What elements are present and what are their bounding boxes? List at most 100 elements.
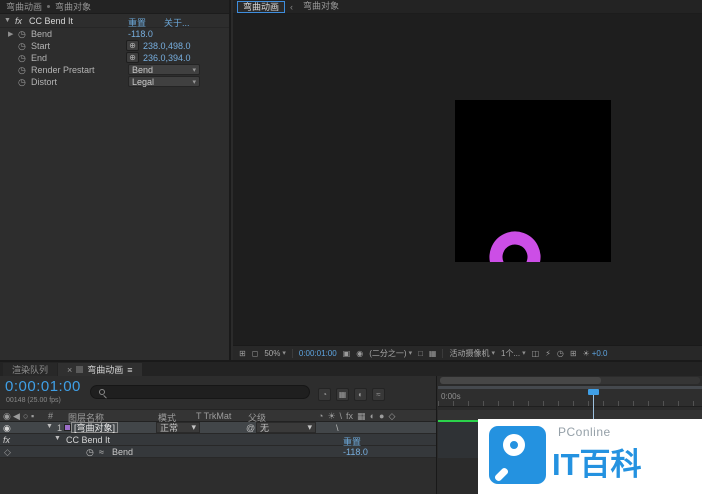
end-point-value[interactable]: 236.0,394.0: [143, 53, 191, 63]
fx-icon: fx: [346, 411, 353, 422]
point-picker-button[interactable]: ⊕: [126, 52, 139, 63]
fx-badge-icon[interactable]: fx: [15, 16, 22, 26]
property-label: Bend: [31, 29, 52, 39]
eye-toggle-icon[interactable]: ◉: [3, 423, 11, 434]
quality-icon: \: [340, 411, 343, 422]
panel-menu-icon[interactable]: ≡: [127, 365, 132, 375]
column-number: #: [48, 411, 53, 421]
flowchart-icon[interactable]: ⊞: [570, 349, 577, 358]
stopwatch-icon[interactable]: ◷: [18, 53, 26, 64]
tab-timeline-comp[interactable]: × 弯曲动画 ≡: [58, 363, 142, 376]
chevron-down-icon: ▾: [409, 349, 413, 357]
effect-name[interactable]: CC Bend It: [29, 16, 73, 26]
twirl-down-icon[interactable]: ▼: [54, 435, 61, 442]
tab-overflow-chevron-icon[interactable]: ‹: [290, 2, 293, 12]
layer-name[interactable]: [弯曲对象]: [71, 422, 118, 433]
layer-search-input[interactable]: [90, 385, 310, 399]
render-queue-label: 渲染队列: [12, 363, 48, 376]
twirl-down-icon[interactable]: ▼: [46, 423, 53, 430]
property-label: Distort: [31, 77, 57, 87]
composition-panel: 弯曲动画 ‹ 弯曲对象 ⊞ ◻ 50% ▾ 0:00:01:00 ▣ ◉ (二分…: [233, 0, 702, 360]
audio-icon: ◀: [13, 411, 20, 422]
ruler-label: 0:00s: [441, 392, 461, 401]
stopwatch-icon[interactable]: ◷: [18, 77, 26, 88]
layer-row[interactable]: ◉ ▼ 1 [弯曲对象] 正常 ▾ @ 无 ▾ \: [0, 422, 436, 434]
collapse-icon: ☀: [327, 411, 335, 422]
panel-tab-comp-name[interactable]: 弯曲动画: [6, 0, 42, 13]
solo-icon: ○: [23, 411, 28, 421]
chevron-down-icon: ▾: [491, 349, 495, 357]
twirl-down-icon[interactable]: ▼: [4, 17, 11, 24]
viewer-toolbar: ⊞ ◻ 50% ▾ 0:00:01:00 ▣ ◉ (二分之一) ▾ □ ▦ 活动…: [233, 345, 702, 360]
grid-guides-icon[interactable]: ⊞: [239, 349, 246, 358]
exposure-control[interactable]: ☀ +0.0: [583, 349, 608, 358]
chevron-down-icon: ▾: [522, 349, 526, 357]
composition-canvas[interactable]: [455, 100, 611, 262]
tab-comp-inactive[interactable]: 弯曲对象: [298, 1, 344, 13]
start-point-value[interactable]: 238.0,498.0: [143, 41, 191, 51]
region-of-interest-icon[interactable]: □: [418, 349, 423, 358]
bend-value[interactable]: -118.0: [128, 29, 153, 39]
frame-info: 00148 (25.00 fps): [6, 397, 61, 404]
pconline-watermark: PConline IT百科: [478, 419, 702, 494]
distort-dropdown[interactable]: Legal ▾: [128, 76, 200, 87]
channels-icon[interactable]: ◉: [356, 349, 363, 358]
chevron-down-icon: ▾: [192, 78, 196, 86]
label-color-chip[interactable]: [64, 424, 71, 431]
render-prestart-dropdown[interactable]: Bend ▾: [128, 64, 200, 75]
tab-comp-active[interactable]: 弯曲动画: [237, 1, 285, 13]
timeline-comp-label: 弯曲动画: [87, 363, 123, 376]
bend-property-row[interactable]: ◇ ◷ ≈ Bend -118.0: [0, 446, 436, 458]
current-time-indicator-head[interactable]: [588, 389, 599, 395]
snapshot-icon[interactable]: ▣: [343, 349, 351, 358]
panel-tab-layer-name[interactable]: 弯曲对象: [55, 0, 91, 13]
bend-value[interactable]: -118.0: [343, 447, 368, 457]
effect-row[interactable]: fx ▼ CC Bend It 重置: [0, 434, 436, 446]
pixel-aspect-icon[interactable]: ◫: [532, 349, 540, 358]
close-icon[interactable]: ×: [67, 365, 72, 375]
current-timecode[interactable]: 0:00:01:00: [5, 378, 81, 395]
blend-mode-dropdown[interactable]: 正常 ▾: [156, 422, 200, 433]
shy-master-icon[interactable]: ◔: [318, 388, 331, 401]
composition-view[interactable]: [233, 14, 702, 345]
frame-blend-master-icon[interactable]: ▦: [336, 388, 349, 401]
stopwatch-icon[interactable]: ◷: [18, 65, 26, 76]
stopwatch-icon[interactable]: ◷: [18, 41, 26, 52]
column-trkmat[interactable]: T TrkMat: [196, 411, 231, 421]
toolbar-divider: [292, 349, 293, 358]
camera-select[interactable]: 活动摄像机 ▾: [449, 348, 495, 359]
watermark-title: IT百科: [552, 439, 642, 484]
pconline-logo: [489, 426, 546, 484]
property-row-bend: ▶ ◷ Bend -118.0: [0, 28, 229, 40]
pickwhip-icon[interactable]: @: [246, 423, 255, 433]
navigator-handle[interactable]: [440, 377, 601, 384]
effect-name[interactable]: CC Bend It: [66, 435, 110, 445]
viewer-timecode[interactable]: 0:00:01:00: [299, 349, 337, 358]
keyframe-diamond-icon[interactable]: ◇: [4, 447, 11, 458]
transparency-grid-icon[interactable]: ▦: [429, 349, 437, 358]
stopwatch-icon[interactable]: ◷: [18, 29, 26, 40]
graph-toggle-icon[interactable]: ≈: [99, 447, 104, 457]
parent-dropdown[interactable]: 无 ▾: [256, 422, 316, 433]
quality-toggle-icon[interactable]: \: [336, 423, 339, 433]
bent-ring-shape: [455, 100, 611, 262]
motion-blur-master-icon[interactable]: ◐: [354, 388, 367, 401]
chevron-down-icon: ▾: [191, 422, 196, 433]
twirl-right-icon[interactable]: ▶: [8, 30, 13, 38]
stopwatch-icon[interactable]: ◷: [86, 447, 94, 458]
property-label: Bend: [112, 447, 133, 457]
fast-previews-icon[interactable]: ⚡: [545, 349, 551, 358]
fx-badge-icon[interactable]: fx: [3, 435, 10, 445]
graph-editor-icon[interactable]: ≈: [372, 388, 385, 401]
timeline-navigator[interactable]: [440, 377, 700, 384]
magnification-select[interactable]: 50% ▾: [264, 349, 286, 358]
resolution-select[interactable]: (二分之一) ▾: [369, 348, 412, 359]
tab-render-queue[interactable]: 渲染队列: [3, 363, 57, 376]
view-layout-select[interactable]: 1个... ▾: [501, 348, 526, 359]
effect-controls-panel: 弯曲动画 弯曲对象 ▼ fx CC Bend It 重置 关于... ▶ ◷ B…: [0, 0, 231, 360]
point-picker-button[interactable]: ⊕: [126, 40, 139, 51]
time-ruler[interactable]: 0:00s: [438, 389, 702, 407]
after-effects-window: 弯曲动画 弯曲对象 ▼ fx CC Bend It 重置 关于... ▶ ◷ B…: [0, 0, 702, 494]
mini-timeline-icon[interactable]: ◷: [557, 349, 564, 358]
mask-visibility-icon[interactable]: ◻: [252, 349, 259, 358]
